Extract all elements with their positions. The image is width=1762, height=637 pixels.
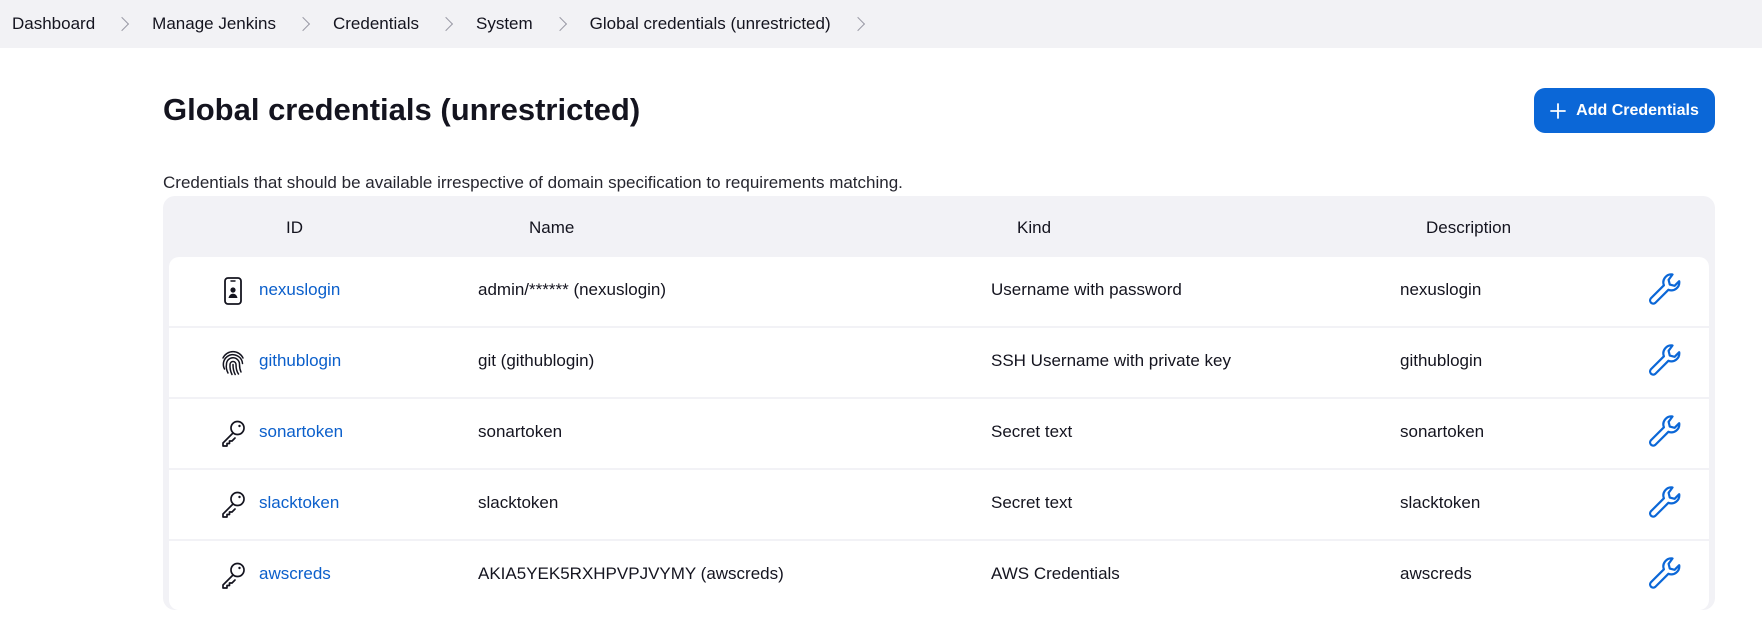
credential-name: AKIA5YEK5RXHPVPJVYMY (awscreds) — [478, 564, 784, 583]
chevron-right-icon[interactable] — [115, 16, 130, 32]
column-header-description[interactable]: Description — [1426, 218, 1511, 238]
column-header-kind[interactable]: Kind — [1017, 218, 1051, 238]
credential-id-link[interactable]: slacktoken — [259, 493, 339, 513]
credential-description: awscreds — [1400, 564, 1472, 583]
key-icon — [222, 491, 245, 518]
credential-description: sonartoken — [1400, 422, 1485, 441]
wrench-icon[interactable] — [1645, 554, 1685, 594]
credential-id-link[interactable]: nexuslogin — [259, 280, 340, 300]
credential-id-link[interactable]: githublogin — [259, 351, 341, 371]
credential-description: nexuslogin — [1400, 280, 1482, 299]
page-header: Global credentials (unrestricted) Add Cr… — [163, 88, 1715, 136]
credential-name: slacktoken — [478, 493, 559, 512]
plus-icon — [1550, 102, 1567, 119]
wrench-icon[interactable] — [1645, 412, 1685, 452]
credential-id-link[interactable]: sonartoken — [259, 422, 343, 442]
chevron-right-icon[interactable] — [438, 16, 454, 32]
breadcrumb-manage-jenkins[interactable]: Manage Jenkins — [152, 14, 276, 34]
key-icon — [222, 562, 245, 589]
wrench-icon[interactable] — [1645, 483, 1685, 523]
credential-kind: Secret text — [991, 422, 1073, 441]
credential-name: git (githublogin) — [478, 351, 595, 370]
credential-kind: Secret text — [991, 493, 1073, 512]
key-icon — [222, 420, 245, 447]
credential-kind: AWS Credentials — [991, 564, 1120, 583]
table-header: ID Name Kind Description — [169, 196, 1709, 257]
table-row: awscreds AKIA5YEK5RXHPVPJVYMY (awscreds)… — [169, 539, 1709, 610]
add-credentials-label: Add Credentials — [1576, 101, 1699, 119]
credential-id-link[interactable]: awscreds — [259, 564, 331, 584]
chevron-right-icon[interactable] — [295, 16, 311, 32]
column-header-name[interactable]: Name — [529, 218, 574, 238]
fingerprint-icon — [222, 350, 244, 376]
breadcrumb-global-credentials[interactable]: Global credentials (unrestricted) — [590, 14, 831, 34]
credential-description: slacktoken — [1400, 493, 1481, 512]
column-header-id[interactable]: ID — [286, 218, 303, 238]
page-description: Credentials that should be available irr… — [163, 173, 903, 192]
credential-description: githublogin — [1400, 351, 1483, 370]
mobile-person-icon — [224, 277, 242, 305]
table-row: nexuslogin admin/****** (nexuslogin) Use… — [169, 257, 1709, 326]
chevron-right-icon[interactable] — [850, 16, 865, 32]
chevron-right-icon[interactable] — [552, 16, 567, 32]
wrench-icon[interactable] — [1645, 341, 1685, 381]
table-row: sonartoken sonartoken Secret text sonart… — [169, 397, 1709, 468]
breadcrumb-dashboard[interactable]: Dashboard — [12, 14, 95, 34]
table-row: githublogin git (githublogin) SSH Userna… — [169, 326, 1709, 397]
credential-name: admin/****** (nexuslogin) — [478, 280, 667, 299]
breadcrumb-credentials[interactable]: Credentials — [333, 14, 419, 34]
table-body: nexuslogin admin/****** (nexuslogin) Use… — [169, 257, 1709, 610]
credential-kind: Username with password — [991, 280, 1182, 299]
breadcrumb: Dashboard Manage Jenkins Credentials Sys… — [0, 0, 1762, 48]
add-credentials-button[interactable]: Add Credentials — [1534, 88, 1715, 133]
page-title: Global credentials (unrestricted) — [163, 92, 641, 127]
credential-kind: SSH Username with private key — [991, 351, 1231, 370]
breadcrumb-system[interactable]: System — [476, 14, 533, 34]
credentials-table: ID Name Kind Description nexuslogin admi… — [163, 196, 1715, 610]
wrench-icon[interactable] — [1645, 270, 1685, 310]
table-row: slacktoken slacktoken Secret text slackt… — [169, 468, 1709, 539]
credential-name: sonartoken — [478, 422, 563, 441]
